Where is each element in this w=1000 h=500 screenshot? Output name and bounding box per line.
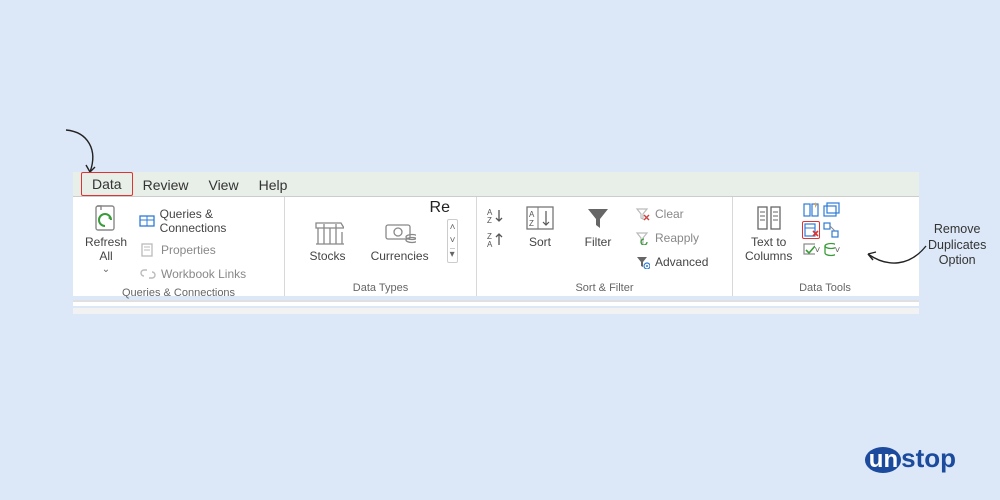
properties-button[interactable]: Properties: [137, 239, 276, 261]
truncated-text: Re: [430, 199, 450, 217]
remove-duplicates-button[interactable]: [802, 221, 820, 239]
tab-data[interactable]: Data: [81, 172, 133, 196]
sort-button[interactable]: AZ Sort: [515, 201, 565, 251]
arrow-to-remove-duplicates: [862, 238, 932, 278]
tab-review[interactable]: Review: [133, 174, 199, 196]
filter-button[interactable]: Filter: [573, 201, 623, 251]
chevron-down-icon: ⌄: [102, 264, 110, 276]
manage-data-model-button[interactable]: ˅: [822, 241, 840, 259]
sort-icon: AZ: [524, 203, 556, 235]
data-validation-button[interactable]: ˅: [802, 241, 820, 259]
scroll-up-icon[interactable]: ˄: [450, 222, 456, 233]
relationships-button[interactable]: [822, 221, 840, 239]
group-sort-filter: AZ ZA AZ Sort Filter Clear Reapply Advan…: [477, 197, 733, 296]
group-label-queries: Queries & Connections: [81, 285, 276, 299]
group-label-sortfilter: Sort & Filter: [485, 280, 724, 294]
text-to-columns-icon: [753, 203, 785, 235]
refresh-all-label: Refresh All: [85, 235, 127, 264]
scroll-down-icon[interactable]: ˅: [450, 235, 456, 246]
reapply-icon: [633, 229, 651, 247]
properties-icon: [139, 241, 157, 259]
text-to-columns-button[interactable]: Text to Columns: [741, 201, 796, 266]
consolidate-button[interactable]: [822, 201, 840, 219]
filter-icon: [582, 203, 614, 235]
tab-help[interactable]: Help: [249, 174, 298, 196]
group-data-types: Re Stocks Currencies ˄ ˅ ▾: [285, 197, 477, 296]
svg-text:Z: Z: [529, 219, 534, 228]
clear-icon: [633, 205, 651, 223]
reapply-button[interactable]: Reapply: [631, 227, 710, 249]
stocks-icon: [312, 217, 344, 249]
group-queries-connections: Refresh All ⌄ Queries & Connections Prop…: [73, 197, 285, 296]
currencies-button[interactable]: Currencies: [367, 215, 433, 265]
annotation-remove-duplicates: Remove Duplicates Option: [928, 222, 986, 269]
ribbon-body: Refresh All ⌄ Queries & Connections Prop…: [73, 196, 919, 296]
svg-text:A: A: [529, 210, 535, 219]
advanced-icon: [633, 253, 651, 271]
sheet-edge: [73, 308, 919, 314]
currencies-icon: [384, 217, 416, 249]
clear-button[interactable]: Clear: [631, 203, 710, 225]
flash-fill-button[interactable]: [802, 201, 820, 219]
chevron-down-icon: ˅: [815, 245, 821, 256]
refresh-icon: [90, 203, 122, 235]
formula-bar-area: [73, 300, 919, 306]
ribbon-tabs: Data Review View Help: [73, 172, 919, 196]
ribbon-container: Data Review View Help Refresh All ⌄ Quer…: [73, 172, 919, 314]
unstop-logo: unstop: [865, 443, 956, 474]
svg-text:Z: Z: [487, 216, 492, 225]
stocks-button[interactable]: Stocks: [303, 215, 353, 265]
queries-icon: [139, 212, 156, 230]
sort-az-icon[interactable]: AZ: [485, 207, 507, 225]
expand-icon[interactable]: ▾: [450, 248, 456, 260]
queries-connections-button[interactable]: Queries & Connections: [137, 205, 276, 237]
link-icon: [139, 265, 157, 283]
sort-za-icon[interactable]: ZA: [485, 231, 507, 249]
refresh-all-button[interactable]: Refresh All ⌄: [81, 201, 131, 278]
group-label-datatypes: Data Types: [293, 280, 468, 294]
group-label-datatools: Data Tools: [741, 280, 909, 294]
chevron-down-icon: ˅: [835, 245, 841, 256]
advanced-button[interactable]: Advanced: [631, 251, 710, 273]
workbook-links-button[interactable]: Workbook Links: [137, 263, 276, 285]
tab-view[interactable]: View: [198, 174, 248, 196]
svg-text:A: A: [487, 240, 493, 249]
